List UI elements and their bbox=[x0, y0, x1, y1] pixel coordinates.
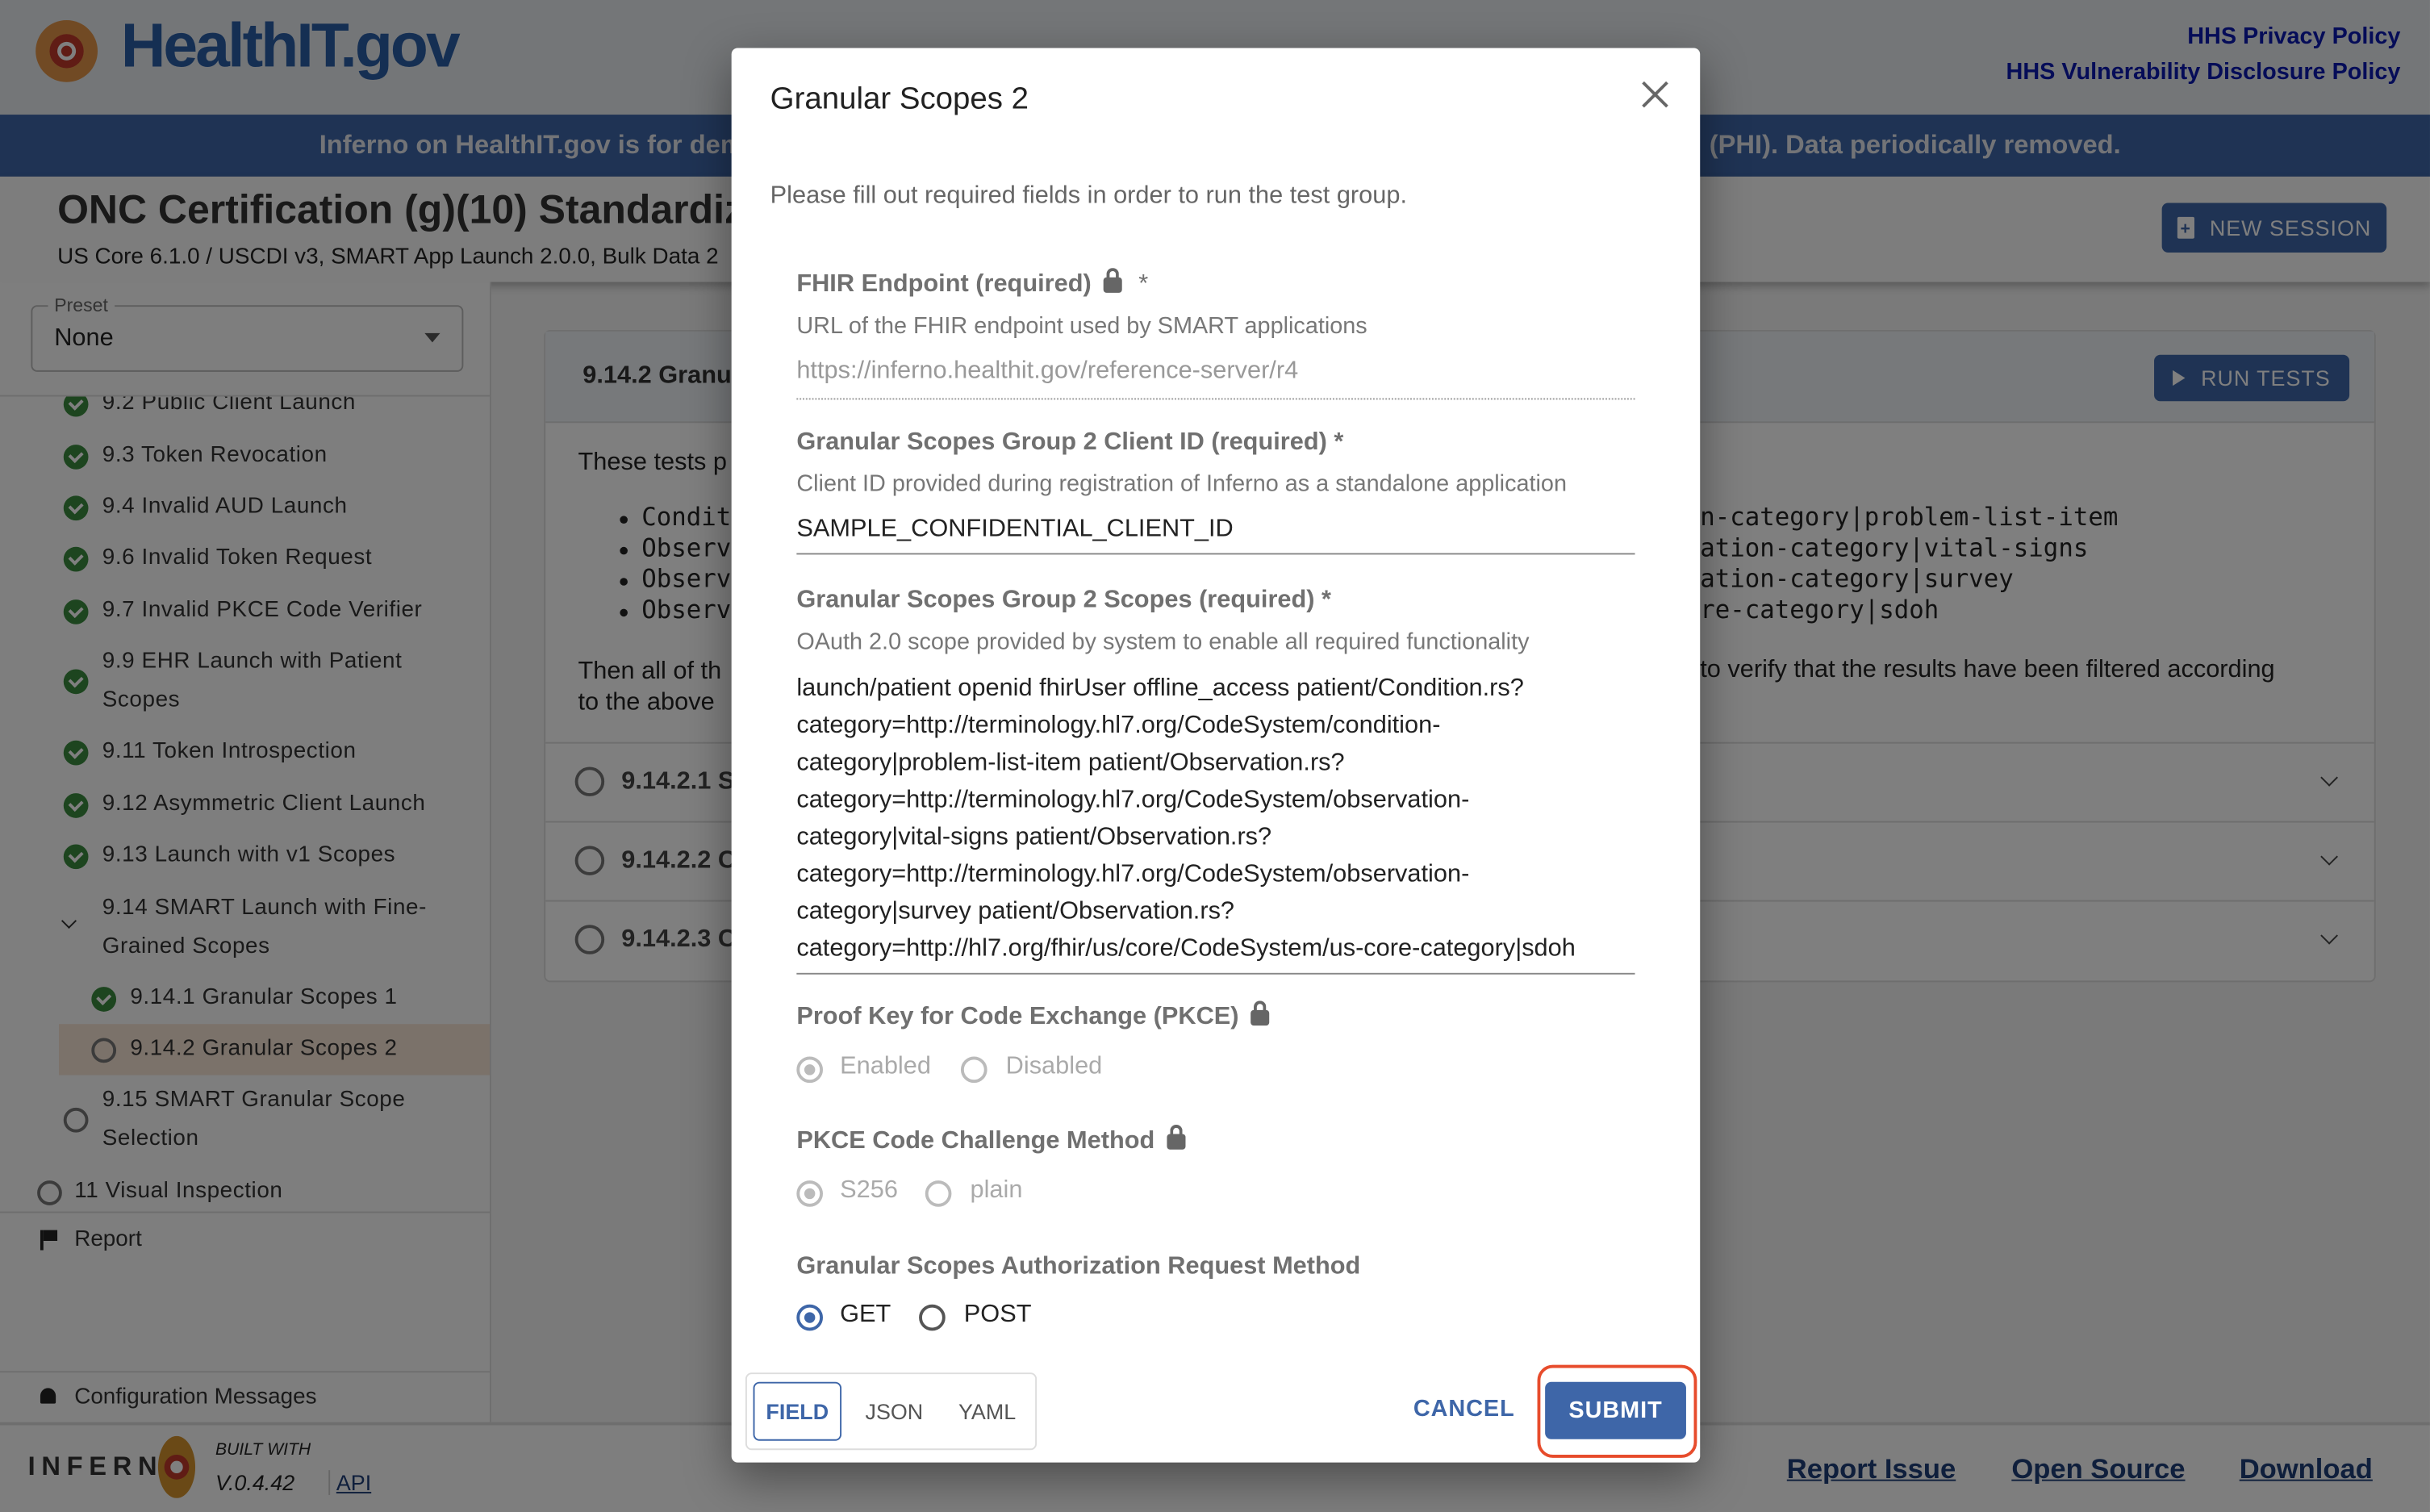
pkce-disabled-radio[interactable] bbox=[960, 1056, 987, 1084]
fhir-endpoint-description: URL of the FHIR endpoint used by SMART a… bbox=[796, 312, 1367, 340]
get-radio[interactable] bbox=[796, 1304, 823, 1331]
divider bbox=[796, 398, 1635, 400]
scope-line: category=http://terminology.hl7.org/Code… bbox=[796, 787, 1470, 814]
dialog-instructions: Please fill out required fields in order… bbox=[770, 182, 1407, 210]
scope-line: launch/patient openid fhirUser offline_a… bbox=[796, 675, 1524, 702]
scope-line: category|survey patient/Observation.rs? bbox=[796, 898, 1235, 925]
lock-icon bbox=[1104, 268, 1123, 293]
scopes-label: Granular Scopes Group 2 Scopes (required… bbox=[796, 587, 1332, 614]
scope-line: category=http://terminology.hl7.org/Code… bbox=[796, 712, 1441, 739]
pkce-label: Proof Key for Code Exchange (PKCE) bbox=[796, 1000, 1270, 1032]
divider bbox=[796, 553, 1635, 555]
client-id-label: Granular Scopes Group 2 Client ID (requi… bbox=[796, 428, 1344, 456]
get-label: GET bbox=[840, 1301, 891, 1328]
fhir-endpoint-input[interactable]: https://inferno.healthit.gov/reference-s… bbox=[796, 358, 1298, 386]
scope-line: category=http://terminology.hl7.org/Code… bbox=[796, 861, 1470, 888]
view-toggle-group: FIELD JSON YAML bbox=[745, 1372, 1038, 1451]
tab-yaml[interactable]: YAML bbox=[946, 1382, 1029, 1441]
s256-label: S256 bbox=[840, 1177, 898, 1204]
plain-radio[interactable] bbox=[925, 1180, 952, 1207]
dialog-title: Granular Scopes 2 bbox=[770, 81, 1029, 117]
scope-line: category=http://hl7.org/fhir/us/core/Cod… bbox=[796, 935, 1576, 963]
scopes-description: OAuth 2.0 scope provided by system to en… bbox=[796, 629, 1530, 656]
close-icon[interactable] bbox=[1639, 79, 1670, 110]
tab-json[interactable]: JSON bbox=[852, 1382, 936, 1441]
lock-icon bbox=[1250, 1000, 1270, 1026]
inputs-dialog: Granular Scopes 2 Please fill out requir… bbox=[731, 48, 1701, 1463]
scope-line: category|vital-signs patient/Observation… bbox=[796, 824, 1272, 851]
plain-label: plain bbox=[970, 1177, 1023, 1204]
divider bbox=[796, 972, 1635, 975]
pkce-enabled-label: Enabled bbox=[840, 1053, 931, 1080]
submit-button[interactable]: SUBMIT bbox=[1545, 1381, 1686, 1439]
auth-method-label: Granular Scopes Authorization Request Me… bbox=[796, 1253, 1361, 1280]
fhir-endpoint-label: FHIR Endpoint (required) * bbox=[796, 268, 1149, 298]
pkce-disabled-label: Disabled bbox=[1005, 1053, 1103, 1080]
tab-field[interactable]: FIELD bbox=[753, 1381, 842, 1441]
post-radio[interactable] bbox=[919, 1304, 946, 1331]
scopes-textarea[interactable]: launch/patient openid fhirUser offline_a… bbox=[796, 670, 1641, 968]
pkce-method-label: PKCE Code Challenge Method bbox=[796, 1124, 1186, 1156]
post-label: POST bbox=[963, 1301, 1032, 1328]
scope-line: category|problem-list-item patient/Obser… bbox=[796, 750, 1345, 776]
client-id-input[interactable]: SAMPLE_CONFIDENTIAL_CLIENT_ID bbox=[796, 516, 1233, 544]
lock-icon bbox=[1167, 1124, 1186, 1150]
client-id-description: Client ID provided during registration o… bbox=[796, 470, 1567, 498]
cancel-button[interactable]: CANCEL bbox=[1413, 1396, 1515, 1422]
s256-radio[interactable] bbox=[796, 1180, 823, 1207]
pkce-enabled-radio[interactable] bbox=[796, 1056, 823, 1084]
